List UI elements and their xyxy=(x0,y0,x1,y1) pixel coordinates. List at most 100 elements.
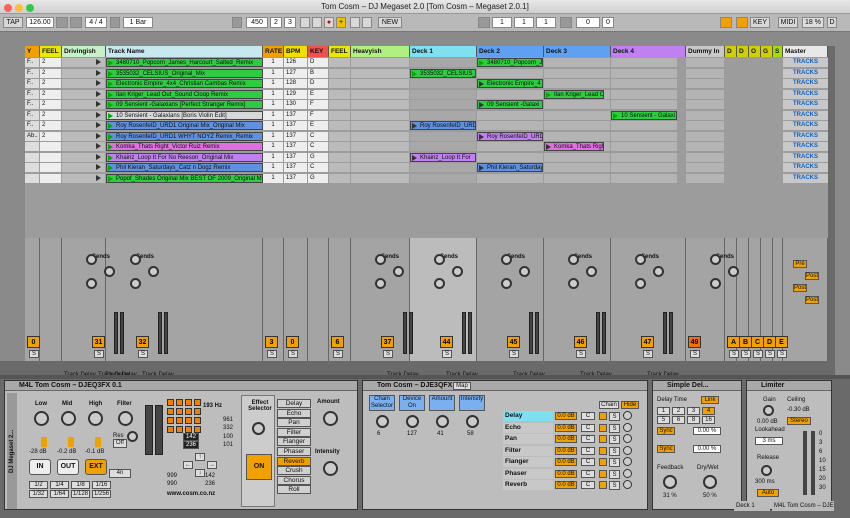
chain-send-knob[interactable] xyxy=(623,411,632,420)
chain-activator[interactable] xyxy=(599,458,607,466)
step-pad[interactable] xyxy=(167,426,174,433)
clip-launch-icon[interactable] xyxy=(108,154,113,161)
send-pre-toggle[interactable]: Pre xyxy=(793,260,807,268)
macro-knob[interactable] xyxy=(376,415,389,428)
fx-on-button[interactable]: ON xyxy=(246,454,272,480)
chain-send-knob[interactable] xyxy=(623,457,632,466)
loop-length-beats[interactable]: 0 xyxy=(602,17,614,28)
feel-slot[interactable] xyxy=(329,173,350,183)
feel-slot[interactable] xyxy=(329,79,350,88)
feel-slot[interactable] xyxy=(329,89,350,99)
deck-clip[interactable]: Roy RosenfeID_URD xyxy=(410,121,476,130)
clip-launch-icon[interactable] xyxy=(108,165,113,171)
selected-device-name[interactable]: M4L Tom Cosm – DJEQ3FX 0.1 xyxy=(772,501,834,511)
low-knob[interactable] xyxy=(34,411,49,426)
track-name-clip[interactable]: Popof_Shades Original Mix BEST OF 2009_O… xyxy=(106,173,263,183)
beat-button[interactable]: 1/8 xyxy=(71,481,90,489)
dummy-slot[interactable] xyxy=(686,142,724,151)
fx-option-pan[interactable]: Pan xyxy=(277,418,311,428)
chain-activator[interactable] xyxy=(599,435,607,443)
clip-launch-icon[interactable] xyxy=(546,144,551,150)
dummy-slot[interactable] xyxy=(686,100,724,109)
deck-slot[interactable] xyxy=(477,142,543,151)
solo-button[interactable]: S xyxy=(267,350,277,358)
send-b-knob[interactable] xyxy=(104,266,115,277)
macro-knob[interactable] xyxy=(406,415,419,428)
deck-slot[interactable] xyxy=(611,121,677,130)
high-knob[interactable] xyxy=(88,411,103,426)
beat-button[interactable]: 1/256 xyxy=(92,490,111,498)
clip-launch-icon[interactable] xyxy=(479,165,484,171)
track-number[interactable]: 49 xyxy=(688,336,701,348)
track-number[interactable]: E xyxy=(775,336,788,348)
chain-name[interactable]: Filter xyxy=(503,445,553,456)
mid-knob[interactable] xyxy=(61,411,76,426)
chain-volume[interactable]: 0.0 dB xyxy=(555,423,577,432)
release-knob[interactable] xyxy=(761,465,772,476)
track-header-1[interactable]: FEEL xyxy=(40,46,62,57)
solo-button[interactable]: S xyxy=(729,350,739,358)
time-signature[interactable]: 4 / 4 xyxy=(85,17,107,28)
step-pad[interactable] xyxy=(167,408,174,415)
deck-slot[interactable] xyxy=(477,152,543,162)
draw-mode-icon[interactable] xyxy=(720,17,732,28)
delay-offset-left[interactable]: 0.00 % xyxy=(693,427,721,435)
track-number[interactable]: 45 xyxy=(507,336,520,348)
selected-track-name[interactable]: Deck 1 xyxy=(734,501,770,511)
solo-button[interactable]: S xyxy=(576,350,586,358)
stop-icon[interactable] xyxy=(312,17,322,28)
midi-map-button[interactable]: MIDI xyxy=(778,17,798,28)
track-number[interactable]: 44 xyxy=(440,336,453,348)
high-kill-indicator[interactable] xyxy=(95,437,101,447)
deck-slot[interactable] xyxy=(611,100,677,109)
solo-button[interactable]: S xyxy=(94,350,104,358)
map-button[interactable]: Map xyxy=(453,382,471,390)
delay-beat-button[interactable]: 6 xyxy=(672,416,685,424)
deck-clip[interactable]: Khainz_Loop It For xyxy=(410,152,476,162)
master-scene-launch[interactable]: TRACKS xyxy=(783,100,828,109)
low-kill-indicator[interactable] xyxy=(41,437,47,447)
deck-slot[interactable] xyxy=(477,110,543,120)
master-scene-launch[interactable]: TRACKS xyxy=(783,68,828,78)
deck-slot[interactable] xyxy=(611,79,677,88)
deck-slot[interactable] xyxy=(410,110,476,120)
chain-volume[interactable]: 0.0 dB xyxy=(555,469,577,478)
clip-launch-icon[interactable] xyxy=(108,112,113,119)
send-post-toggle[interactable]: Post xyxy=(805,296,819,304)
track-name-clip[interactable]: Roy RosenfeID_URD1 WHYT NOYZ Remix_Remix xyxy=(106,131,263,141)
chain-activator[interactable] xyxy=(599,481,607,489)
step-pad[interactable] xyxy=(194,417,201,424)
send-a-knob[interactable] xyxy=(635,254,646,265)
track-header-7[interactable]: FEEL xyxy=(329,46,351,57)
solo-button[interactable]: S xyxy=(777,350,787,358)
send-b-knob[interactable] xyxy=(653,266,664,277)
clip-launch-icon[interactable] xyxy=(412,70,417,77)
send-a-knob[interactable] xyxy=(434,254,445,265)
chain-volume[interactable]: 0.0 dB xyxy=(555,446,577,455)
send-b-knob[interactable] xyxy=(393,266,404,277)
deck-clip[interactable]: 3535032_CELSIUS_ xyxy=(410,68,476,78)
stereo-button[interactable]: Stereo xyxy=(787,417,811,425)
close-icon[interactable] xyxy=(4,4,12,12)
step-pad[interactable] xyxy=(194,426,201,433)
feel-slot[interactable] xyxy=(329,142,350,151)
dummy-slot[interactable] xyxy=(686,173,724,183)
fx-option-reverb[interactable]: Reverb xyxy=(277,456,311,466)
track-header-4[interactable]: RATE xyxy=(263,46,284,57)
intensity-knob[interactable] xyxy=(323,461,338,476)
deck-slot[interactable] xyxy=(611,163,677,172)
send-c-knob[interactable] xyxy=(710,278,721,289)
step-pad[interactable] xyxy=(167,399,174,406)
feel-slot[interactable] xyxy=(329,68,350,78)
heavyish-slot[interactable] xyxy=(351,68,409,78)
nudge-icon-2[interactable] xyxy=(70,17,82,28)
dummy-slot[interactable] xyxy=(686,131,724,141)
deck-slot[interactable] xyxy=(477,89,543,99)
heavyish-slot[interactable] xyxy=(351,89,409,99)
send-c-knob[interactable] xyxy=(635,278,646,289)
deck-slot[interactable] xyxy=(544,100,610,109)
send-b-knob[interactable] xyxy=(452,266,463,277)
feel-slot[interactable] xyxy=(329,131,350,141)
drivingish-slot[interactable] xyxy=(62,173,105,183)
deck-slot[interactable] xyxy=(544,163,610,172)
